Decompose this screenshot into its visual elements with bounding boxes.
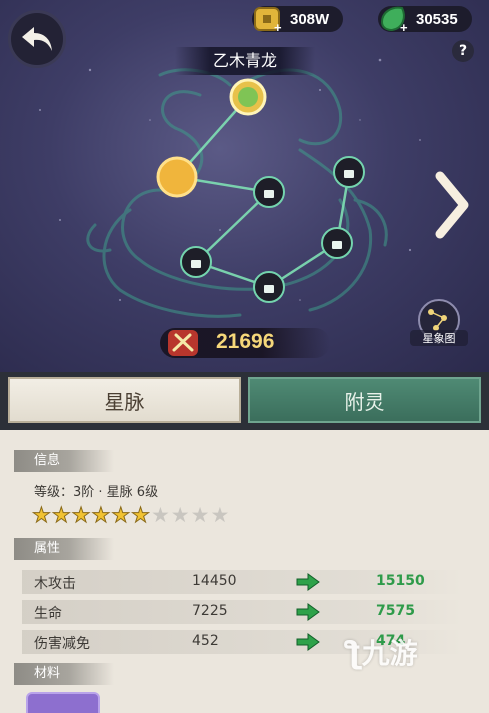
coin-counter[interactable]: + 308W	[252, 6, 344, 35]
attribute-row: 木攻击 14450 15150	[22, 570, 462, 594]
attribute-name: 伤害减免	[34, 636, 90, 652]
star-filled-icon: ★	[131, 503, 151, 527]
attribute-next: 7575	[376, 603, 415, 619]
next-arrow-icon[interactable]	[432, 170, 472, 240]
star-empty-icon: ★	[150, 503, 170, 527]
attributes-section-header: 属性	[14, 538, 114, 560]
tab-bar: 星脉 附灵	[0, 372, 489, 430]
combat-power: 21696	[216, 330, 275, 353]
star-filled-icon: ★	[91, 503, 111, 527]
attribute-next: 15150	[376, 573, 425, 589]
constellation-title: 乙木青龙	[175, 47, 315, 75]
attribute-row: 生命 7225 7575	[22, 600, 462, 624]
star-chart-label[interactable]: 星象图	[410, 330, 468, 346]
star-empty-icon: ★	[190, 503, 210, 527]
star-filled-icon: ★	[71, 503, 91, 527]
star-node-locked[interactable]	[180, 156, 365, 303]
attribute-current: 14450	[192, 573, 237, 589]
attribute-current: 7225	[192, 603, 228, 619]
coin-value: 308W	[290, 10, 330, 28]
back-arrow-icon	[22, 27, 52, 51]
arrow-right-icon	[296, 633, 320, 651]
star-rating: ★ ★ ★ ★ ★ ★ ★ ★ ★ ★	[32, 503, 230, 527]
back-button[interactable]	[8, 10, 66, 68]
arrow-right-icon	[296, 573, 320, 591]
constellation-stage: + 308W + 30535 ? 乙木青龙 星象图 21696	[0, 0, 489, 372]
swords-icon	[168, 330, 198, 356]
attribute-name: 生命	[34, 606, 62, 622]
watermark-logo-icon: ƪ	[345, 636, 362, 671]
star-filled-icon: ★	[111, 503, 131, 527]
arrow-right-icon	[296, 603, 320, 621]
star-empty-icon: ★	[170, 503, 190, 527]
info-section-header: 信息	[14, 450, 114, 472]
watermark: ƪ九游	[345, 632, 418, 672]
level-text: 等级：3阶 · 星脉 6级	[34, 485, 159, 500]
tab-spirit-attach[interactable]: 附灵	[248, 377, 481, 423]
attribute-name: 木攻击	[34, 576, 76, 592]
tab-star-vein[interactable]: 星脉	[8, 377, 241, 423]
star-empty-icon: ★	[210, 503, 230, 527]
jade-value: 30535	[416, 10, 458, 28]
material-item[interactable]	[26, 692, 100, 713]
attribute-current: 452	[192, 633, 219, 649]
watermark-text: 九游	[361, 637, 418, 670]
star-filled-icon: ★	[32, 503, 52, 527]
star-node-active[interactable]	[229, 78, 267, 116]
materials-section-header: 材料	[14, 663, 114, 685]
star-node-lit[interactable]	[156, 156, 198, 198]
help-button[interactable]: ?	[452, 40, 474, 62]
star-filled-icon: ★	[51, 503, 71, 527]
jade-counter[interactable]: + 30535	[378, 6, 472, 35]
